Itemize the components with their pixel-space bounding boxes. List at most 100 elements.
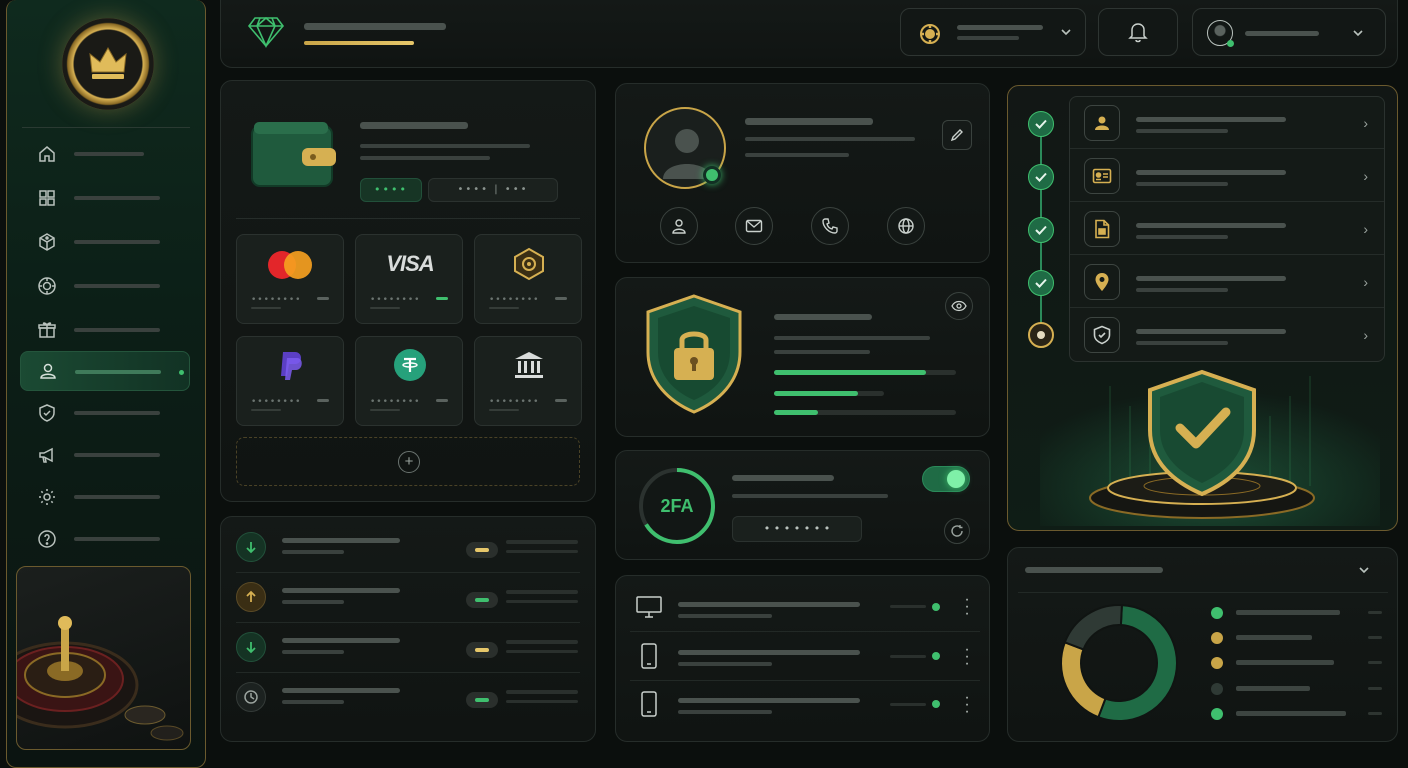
device-row-desktop[interactable]: · · ·: [630, 584, 980, 628]
tether-icon: [394, 349, 426, 381]
legend-label: [1236, 635, 1312, 640]
regenerate-code-button[interactable]: [944, 518, 970, 544]
gift-icon: [34, 317, 60, 343]
device-online-dot: [932, 652, 940, 660]
tx-status-pill: [466, 642, 498, 658]
kyc-step-security[interactable]: ›: [1070, 309, 1384, 361]
kyc-step-sub: [1136, 341, 1228, 345]
more-options-icon[interactable]: · · ·: [960, 642, 974, 672]
wallet-pin-badge[interactable]: ••••: [360, 178, 422, 202]
payment-card-tether[interactable]: ••••••••: [355, 336, 463, 426]
shield-check-icon: [34, 400, 60, 426]
bank-icon: [511, 349, 547, 381]
tx-status-pill: [466, 592, 498, 608]
donut-slice[interactable]: [1063, 604, 1123, 651]
payment-card-bank[interactable]: ••••••••: [474, 336, 582, 426]
profile-email-button[interactable]: [735, 207, 773, 245]
two-factor-toggle[interactable]: [922, 466, 970, 492]
wallet-account-badge[interactable]: •••• | •••: [428, 178, 558, 202]
kyc-step-sub: [1136, 288, 1228, 292]
edit-profile-button[interactable]: [942, 120, 972, 150]
online-status-dot: [1227, 40, 1234, 47]
notifications-button[interactable]: [1098, 8, 1178, 56]
add-payment-method-area[interactable]: +: [236, 437, 580, 486]
tx-status-pill: [466, 542, 498, 558]
donut-chart: [1060, 604, 1178, 722]
sidebar-item-announcements[interactable]: [20, 435, 190, 475]
payment-card-visa[interactable]: VISA ••••••••: [355, 234, 463, 324]
arrow-down-icon: [236, 532, 266, 562]
device-meta: [890, 605, 926, 608]
add-button[interactable]: +: [398, 451, 420, 473]
card-line: [251, 409, 281, 411]
device-row-phone[interactable]: · · ·: [630, 634, 980, 678]
roulette-promo-image[interactable]: [16, 566, 191, 750]
mail-icon: [745, 219, 763, 233]
sidebar-item-promotions[interactable]: [20, 310, 190, 350]
grid-icon: [34, 185, 60, 211]
legend-dot: [1211, 683, 1223, 695]
step-current-dot: [1028, 322, 1054, 348]
transaction-row[interactable]: [236, 576, 582, 616]
sidebar-item-label: [74, 328, 160, 332]
wallet-divider: [236, 218, 580, 219]
kyc-step-id-document[interactable]: ›: [1070, 150, 1384, 202]
diamond-icon: [246, 14, 286, 50]
profile-phone-button[interactable]: [811, 207, 849, 245]
chart-panel-title: [1025, 567, 1163, 573]
payment-card-mastercard[interactable]: ••••••••: [236, 234, 344, 324]
device-name: [678, 698, 860, 703]
chip-icon: [34, 273, 60, 299]
sidebar-item-home[interactable]: [20, 134, 190, 174]
kyc-step-title: [1136, 329, 1286, 334]
more-options-icon[interactable]: · · ·: [960, 690, 974, 720]
kyc-step-address[interactable]: ›: [1070, 256, 1384, 308]
roulette-wheel-icon: [17, 616, 184, 741]
transaction-row[interactable]: [236, 626, 582, 666]
chevron-down-icon[interactable]: [1356, 562, 1372, 578]
device-meta: [890, 655, 926, 658]
transaction-row[interactable]: [236, 526, 582, 566]
device-online-dot: [932, 700, 940, 708]
sidebar-item-label: [74, 453, 160, 457]
user-menu[interactable]: [1192, 8, 1386, 56]
card-number-dots: ••••••••: [370, 295, 421, 305]
sidebar-item-dashboard[interactable]: [20, 178, 190, 218]
payment-card-paypal[interactable]: ••••••••: [236, 336, 344, 426]
profile-website-button[interactable]: [887, 207, 925, 245]
step-done-check: [1028, 270, 1054, 296]
more-options-icon[interactable]: · · ·: [960, 592, 974, 622]
kyc-step-personal-info[interactable]: ›: [1070, 97, 1384, 149]
tx-amount-sub: [506, 650, 578, 653]
step-done-check: [1028, 111, 1054, 137]
shield-lock-icon: [642, 292, 746, 416]
crown-icon: [89, 46, 127, 79]
kyc-step-proof-document[interactable]: ›: [1070, 203, 1384, 255]
casino-chip-logo[interactable]: [62, 18, 154, 110]
sidebar-item-profile[interactable]: [20, 351, 190, 391]
toggle-visibility-button[interactable]: [945, 292, 973, 320]
username-placeholder: [1245, 31, 1319, 36]
chip-currency-selector[interactable]: [900, 8, 1086, 56]
two-factor-code-field[interactable]: • • • • • • •: [732, 516, 862, 542]
sidebar-item-security[interactable]: [20, 393, 190, 433]
profile-user-button[interactable]: [660, 207, 698, 245]
legend-dot: [1211, 708, 1223, 720]
chevron-right-icon: ›: [1363, 115, 1368, 131]
transaction-row[interactable]: [236, 676, 582, 716]
sidebar-item-settings[interactable]: [20, 477, 190, 517]
sidebar-item-games[interactable]: [20, 222, 190, 262]
smartphone-icon: [638, 640, 660, 672]
donut-slice[interactable]: [1060, 641, 1107, 719]
help-icon: [34, 526, 60, 552]
sidebar-item-casino[interactable]: [20, 266, 190, 306]
row-divider: [630, 680, 980, 681]
device-row-tablet[interactable]: · · ·: [630, 682, 980, 726]
payment-card-crypto[interactable]: ••••••••: [474, 234, 582, 324]
sidebar-item-help[interactable]: [20, 519, 190, 559]
tx-sub: [282, 550, 344, 554]
clock-icon: [236, 682, 266, 712]
home-icon: [34, 141, 60, 167]
tx-sub: [282, 600, 344, 604]
tx-sub: [282, 700, 344, 704]
